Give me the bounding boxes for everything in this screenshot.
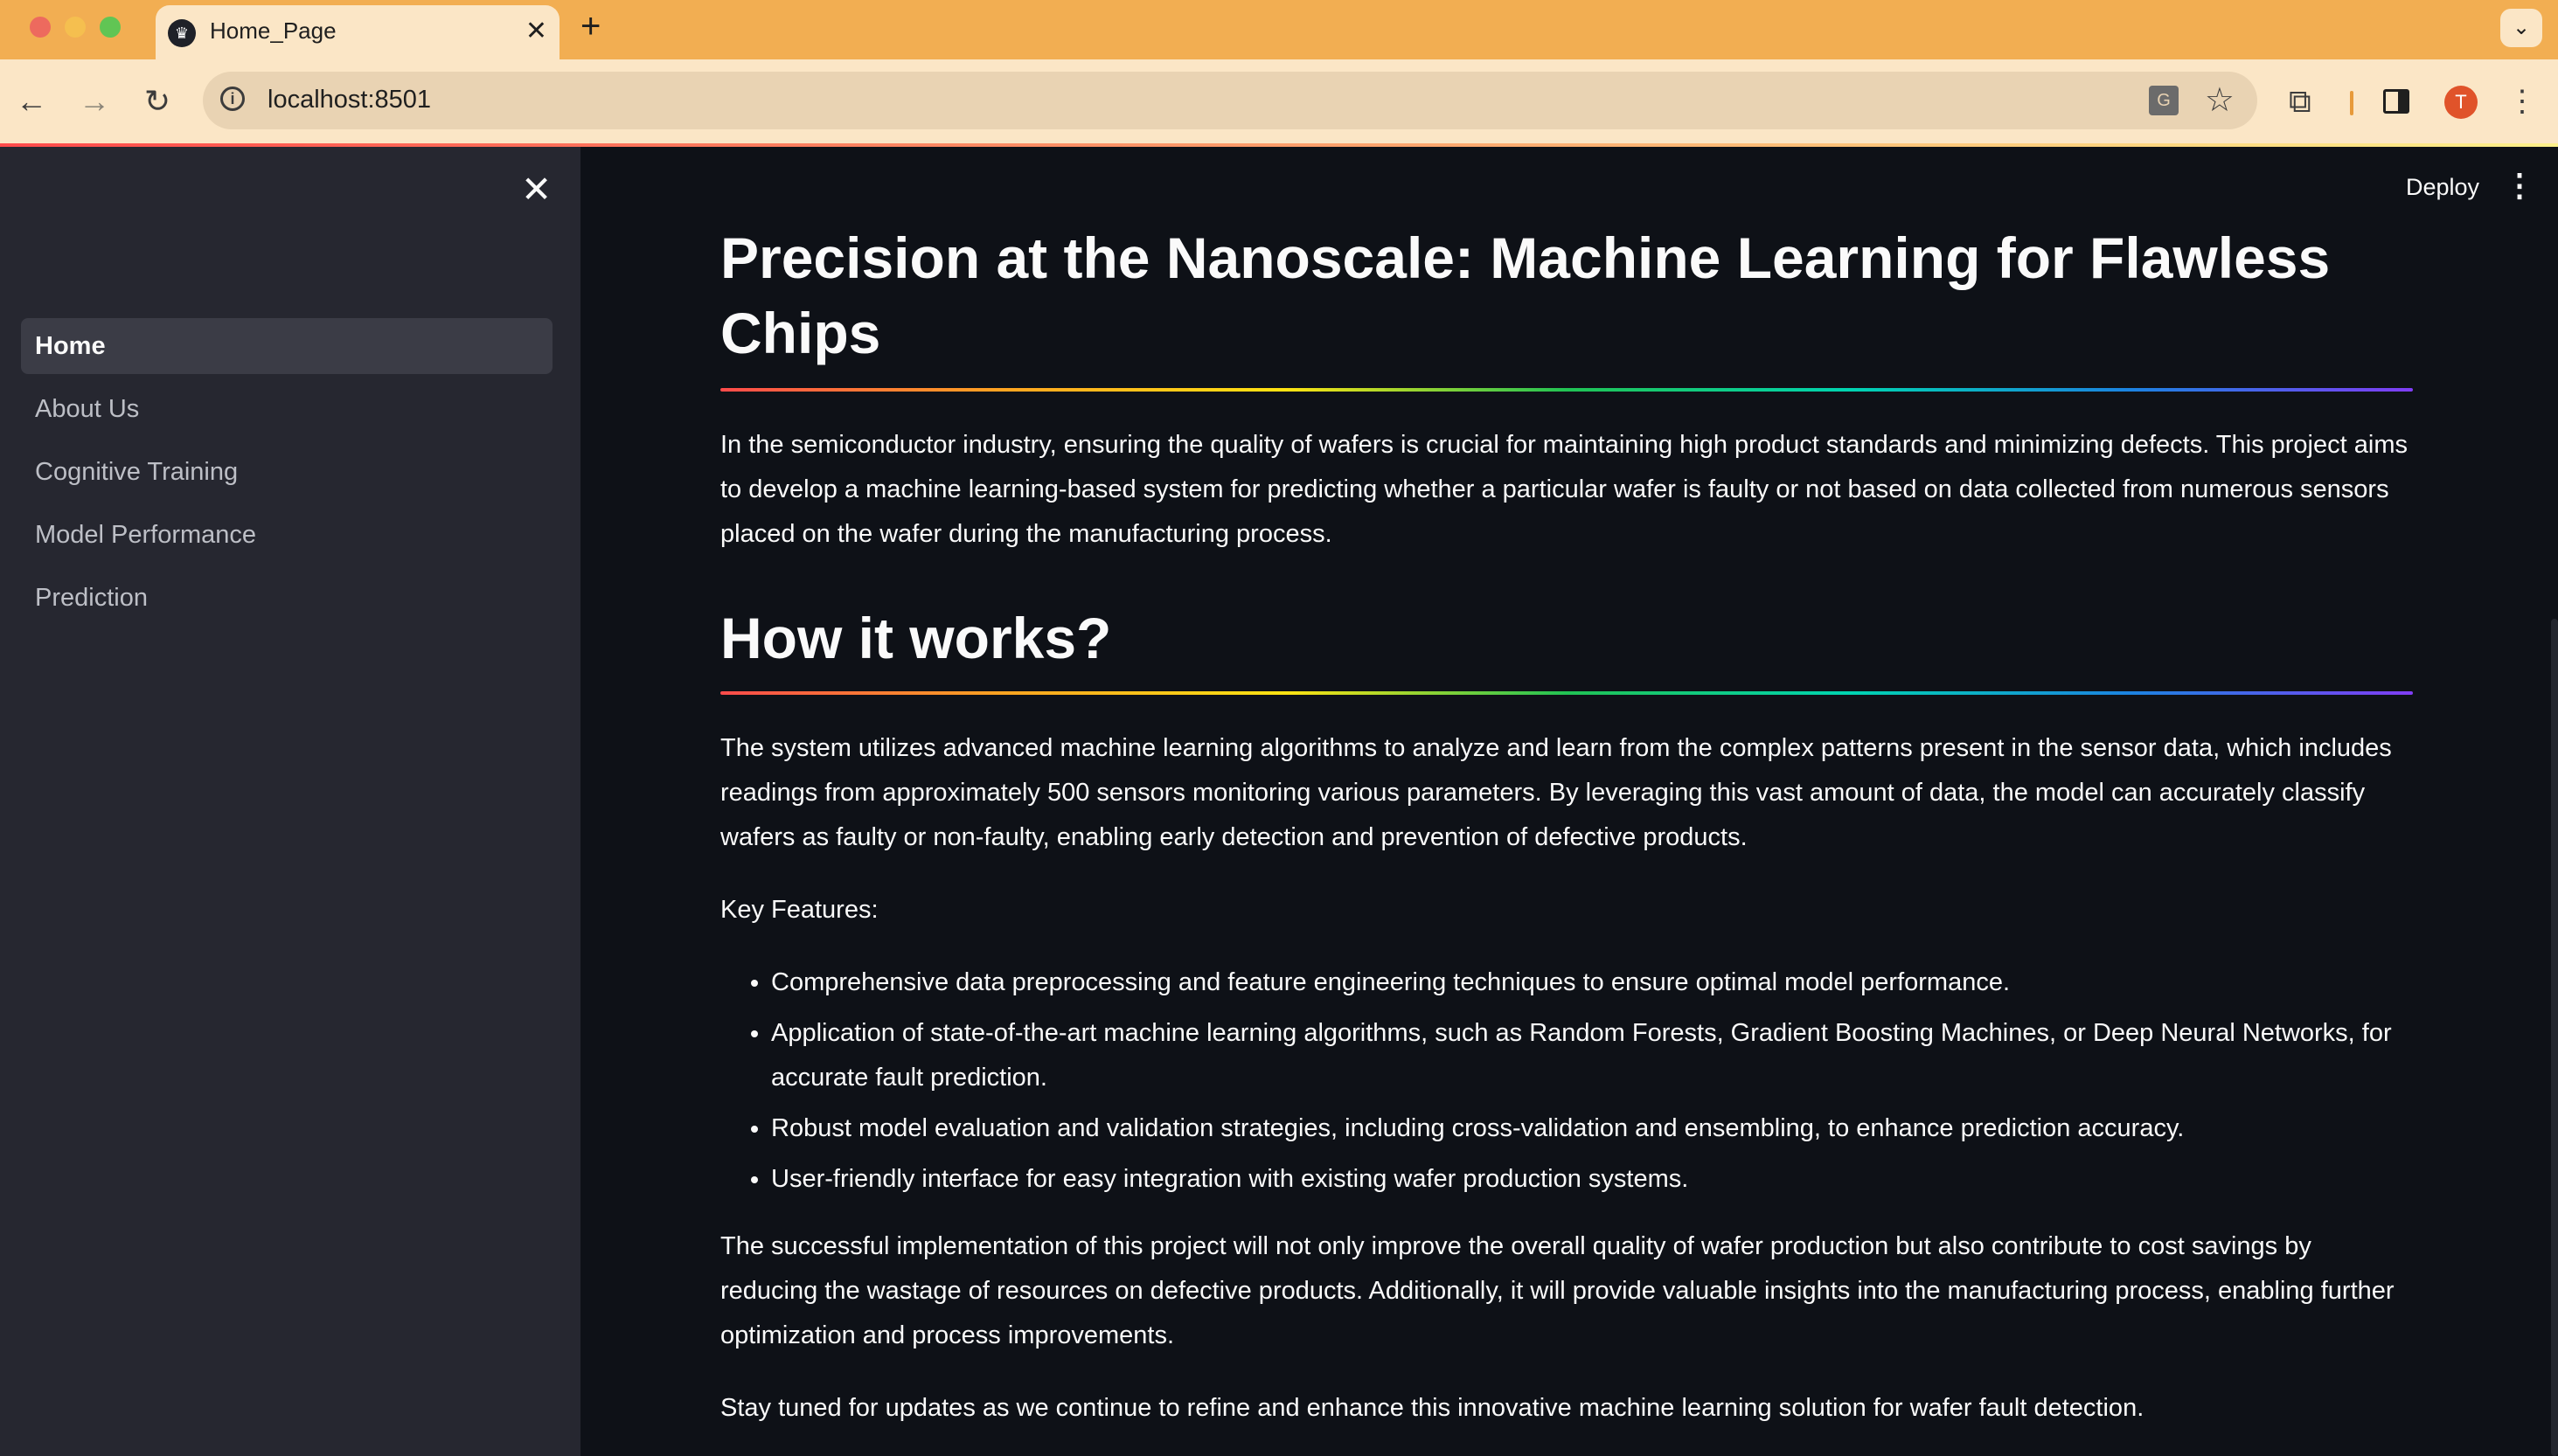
- title-divider: [720, 388, 2413, 392]
- tab-close-icon[interactable]: ✕: [525, 14, 547, 49]
- app-menu-kebab-icon[interactable]: ⋮: [2504, 166, 2535, 205]
- toolbar-separator: [2350, 91, 2353, 115]
- reload-icon[interactable]: ↻: [136, 80, 178, 122]
- content-column: Precision at the Nanoscale: Machine Lear…: [720, 220, 2413, 1431]
- browser-toolbar: ← → ↻ i localhost:8501 G ☆ ⧉ T ⋮: [0, 59, 2558, 143]
- sidebar-item-about-us[interactable]: About Us: [21, 381, 553, 437]
- list-item: User-friendly interface for easy integra…: [771, 1157, 2413, 1202]
- address-bar[interactable]: i localhost:8501 G ☆: [203, 72, 2257, 129]
- close-window-button[interactable]: [30, 17, 51, 38]
- extensions-puzzle-icon[interactable]: ⧉: [2289, 82, 2311, 121]
- page-title: Precision at the Nanoscale: Machine Lear…: [720, 225, 2331, 365]
- close-sidebar-icon[interactable]: ✕: [521, 170, 552, 210]
- key-features-label: Key Features:: [720, 896, 879, 924]
- tab-title: Home_Page: [210, 17, 337, 44]
- how-it-works-divider: [720, 691, 2413, 695]
- url-text[interactable]: localhost:8501: [268, 86, 431, 114]
- streamlit-crown-icon: ♛: [168, 19, 196, 47]
- intro-paragraph: In the semiconductor industry, ensuring …: [720, 431, 2408, 548]
- forward-arrow-icon[interactable]: →: [73, 80, 115, 122]
- list-item: Application of state-of-the-art machine …: [771, 1011, 2413, 1100]
- maximize-window-button[interactable]: [100, 17, 121, 38]
- browser-menu-kebab-icon[interactable]: ⋮: [2507, 82, 2537, 121]
- key-features-list: Comprehensive data preprocessing and fea…: [720, 960, 2413, 1202]
- outcome-paragraph: The successful implementation of this pr…: [720, 1232, 2395, 1349]
- how-it-works-heading: How it works?: [720, 606, 1112, 670]
- sidebar: ✕ Home About Us Cognitive Training Model…: [0, 147, 580, 1456]
- bookmark-star-icon[interactable]: ☆: [2205, 80, 2235, 121]
- minimize-window-button[interactable]: [65, 17, 86, 38]
- tab-search-chevron-icon[interactable]: ⌄: [2500, 9, 2542, 47]
- site-info-icon[interactable]: i: [220, 87, 245, 111]
- sidebar-item-cognitive-training[interactable]: Cognitive Training: [21, 444, 553, 500]
- browser-tab-bar: ♛ Home_Page ✕ + ⌄: [0, 0, 2558, 59]
- sidebar-item-prediction[interactable]: Prediction: [21, 570, 553, 626]
- list-item: Robust model evaluation and validation s…: [771, 1106, 2413, 1151]
- profile-avatar[interactable]: T: [2444, 86, 2478, 119]
- back-arrow-icon[interactable]: ←: [10, 80, 52, 122]
- closing-paragraph: Stay tuned for updates as we continue to…: [720, 1394, 2144, 1422]
- browser-tab-active[interactable]: ♛ Home_Page ✕: [156, 5, 560, 59]
- how-it-works-paragraph: The system utilizes advanced machine lea…: [720, 734, 2392, 851]
- list-item: Comprehensive data preprocessing and fea…: [771, 960, 2413, 1005]
- side-panel-icon[interactable]: [2383, 89, 2409, 114]
- main-content: Deploy ⋮ Precision at the Nanoscale: Mac…: [580, 147, 2558, 1456]
- translate-icon[interactable]: G: [2149, 86, 2179, 115]
- main-scrollbar[interactable]: [2551, 619, 2558, 1456]
- sidebar-item-model-performance[interactable]: Model Performance: [21, 507, 553, 563]
- sidebar-nav: Home About Us Cognitive Training Model P…: [21, 318, 553, 633]
- sidebar-item-home[interactable]: Home: [21, 318, 553, 374]
- deploy-button[interactable]: Deploy: [2406, 170, 2479, 205]
- new-tab-button[interactable]: +: [580, 9, 601, 44]
